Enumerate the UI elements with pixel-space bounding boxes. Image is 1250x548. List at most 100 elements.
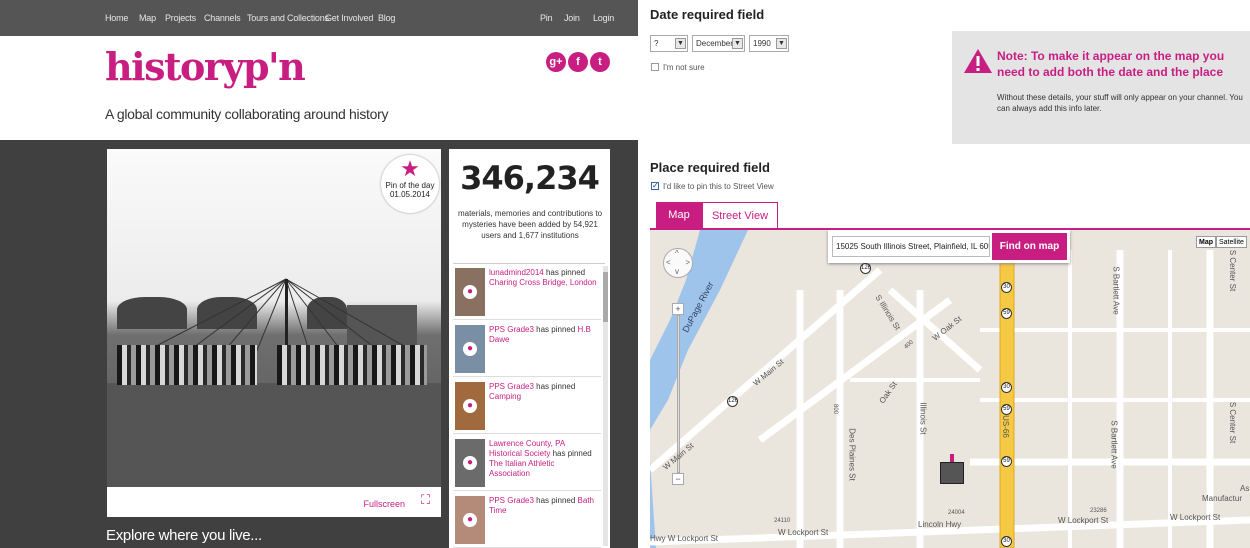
nav-map[interactable]: Map [139,13,156,23]
month-select[interactable]: December ▼ [692,35,745,52]
nav-channels[interactable]: Channels [204,13,241,23]
day-select[interactable]: ? ▼ [650,35,688,52]
google-plus-icon[interactable]: g+ [546,52,566,72]
zoom-in-button[interactable]: + [672,303,684,315]
stats-panel: 346,234 materials, memories and contribu… [449,149,610,548]
street-label: Hwy W Lockport St [650,534,719,543]
scrollbar-thumb[interactable] [603,272,608,322]
tagline: A global community collaborating around … [105,106,389,122]
feed-item[interactable]: ● PPS Grade3 has pinned H.B Dawe [453,321,601,377]
nav-join[interactable]: Join [564,13,580,23]
feed-text: Lawrence County, PA Historical Society h… [489,439,597,479]
street-label: S Bartlett Ave [1109,420,1119,469]
pin-icon: ● [463,342,477,356]
nav-login[interactable]: Login [593,13,614,23]
feed-item-link[interactable]: Camping [489,392,521,401]
feed-thumbnail[interactable]: ● [455,439,485,487]
add-pin-form: Date required field ? ▼ December ▼ 1990 ▼ I… [638,0,1250,548]
historypin-logo[interactable]: historyp'n [105,44,306,89]
feed-user[interactable]: PPS Grade3 [489,325,534,334]
route-shield: 30 [1001,282,1012,293]
pin-icon: ● [463,513,477,527]
street-label: Lincoln Hwy [918,520,962,529]
twitter-icon[interactable]: t [590,52,610,72]
feed-user[interactable]: PPS Grade3 [489,382,534,391]
map-roads [650,230,1250,548]
tab-map[interactable]: Map [656,202,702,229]
top-navigation: Home Map Projects Channels Tours and Col… [0,0,638,36]
map-search-box: Find on map [828,230,1070,263]
map-type-control: Map Satellite [1196,236,1247,248]
feed-item-link[interactable]: Charing Cross Bridge, London [489,278,597,287]
nav-get-involved[interactable]: Get Involved [325,13,373,23]
feed-user[interactable]: PPS Grade3 [489,496,534,505]
feed-scrollbar[interactable] [603,266,608,546]
address-number: 24110 [774,518,791,524]
feed-thumbnail[interactable]: ● [455,496,485,544]
year-select[interactable]: 1990 ▼ [749,35,789,52]
year-value: 1990 [753,39,771,48]
address-input[interactable] [832,236,990,257]
street-label: W Lockport St [1170,513,1221,522]
feed-item-link[interactable]: The Italian Athletic Association [489,459,554,478]
pin-icon: ● [463,285,477,299]
street-view-checkbox[interactable]: ✓ [651,182,659,190]
pin-icon [950,454,954,462]
place-heading: Place required field [650,160,770,175]
pin-icon: ● [463,399,477,413]
map-type-satellite-button[interactable]: Satellite [1216,236,1247,248]
feed-action: has pinned [536,325,576,334]
street-label: W Lockport St [778,528,829,537]
map-canvas[interactable]: Find on map MapSatellite ^ < > v + − DuP… [650,230,1250,548]
feed-action: has pinned [552,449,592,458]
nav-projects[interactable]: Projects [165,13,196,23]
feed-thumbnail[interactable]: ● [455,268,485,316]
pan-left-icon[interactable]: < [666,258,671,267]
star-icon: ★ [400,156,420,181]
feed-thumbnail[interactable]: ● [455,325,485,373]
feed-user[interactable]: lunadmind2014 [489,268,544,277]
pan-right-icon[interactable]: > [685,258,690,267]
month-value: December [696,39,733,48]
nav-blog[interactable]: Blog [378,13,395,23]
nav-home[interactable]: Home [105,13,128,23]
map-type-map-button[interactable]: Map [1196,236,1216,248]
map-pin-marker[interactable] [940,462,964,484]
activity-feed: ● lunadmind2014 has pinned Charing Cross… [453,263,605,548]
not-sure-checkbox[interactable] [651,63,659,71]
feed-item[interactable]: ● lunadmind2014 has pinned Charing Cross… [453,264,601,320]
pin-of-the-day-badge[interactable]: ★ Pin of the day 01.05.2014 [381,155,439,213]
feed-thumbnail[interactable]: ● [455,382,485,430]
feed-item[interactable]: ● Lawrence County, PA Historical Society… [453,435,601,491]
chevron-down-icon[interactable]: ▼ [675,38,686,49]
zoom-out-button[interactable]: − [672,473,684,485]
address-number: 23286 [1090,508,1107,514]
chevron-down-icon[interactable]: ▼ [732,38,743,49]
pan-down-icon[interactable]: v [675,267,679,276]
fullscreen-icon[interactable]: ⛶ [421,493,435,507]
tab-street-view[interactable]: Street View [702,202,778,229]
photo-dancers [277,345,427,385]
route-shield: 126 [727,396,738,407]
warning-note: Note: To make it appear on the map you n… [952,31,1250,144]
route-shield: 30 [1001,536,1012,547]
nav-tours-collections[interactable]: Tours and Collections [247,13,329,23]
feed-text: lunadmind2014 has pinned Charing Cross B… [489,268,597,288]
route-shield: 59 [1001,456,1012,467]
fullscreen-link[interactable]: Fullscreen [363,499,405,509]
street-label: Des Plaines St [847,428,857,481]
facebook-icon[interactable]: f [568,52,588,72]
find-on-map-button[interactable]: Find on map [992,233,1067,260]
pan-up-icon[interactable]: ^ [675,249,679,258]
nav-pin[interactable]: Pin [540,13,553,23]
chevron-down-icon[interactable]: ▼ [776,38,787,49]
feed-item[interactable]: ● PPS Grade3 has pinned Camping [453,378,601,434]
street-label: Illinois St [918,402,928,435]
route-shield: 30 [1001,382,1012,393]
warning-text: Without these details, your stuff will o… [997,93,1243,113]
feed-item[interactable]: ● PPS Grade3 has pinned Bath Time [453,492,601,548]
photo-dancers [117,345,257,385]
highway-label: US-66 [1000,415,1010,438]
pan-control[interactable]: ^ < > v [663,248,693,278]
place-label: Manufactur [1202,494,1243,503]
